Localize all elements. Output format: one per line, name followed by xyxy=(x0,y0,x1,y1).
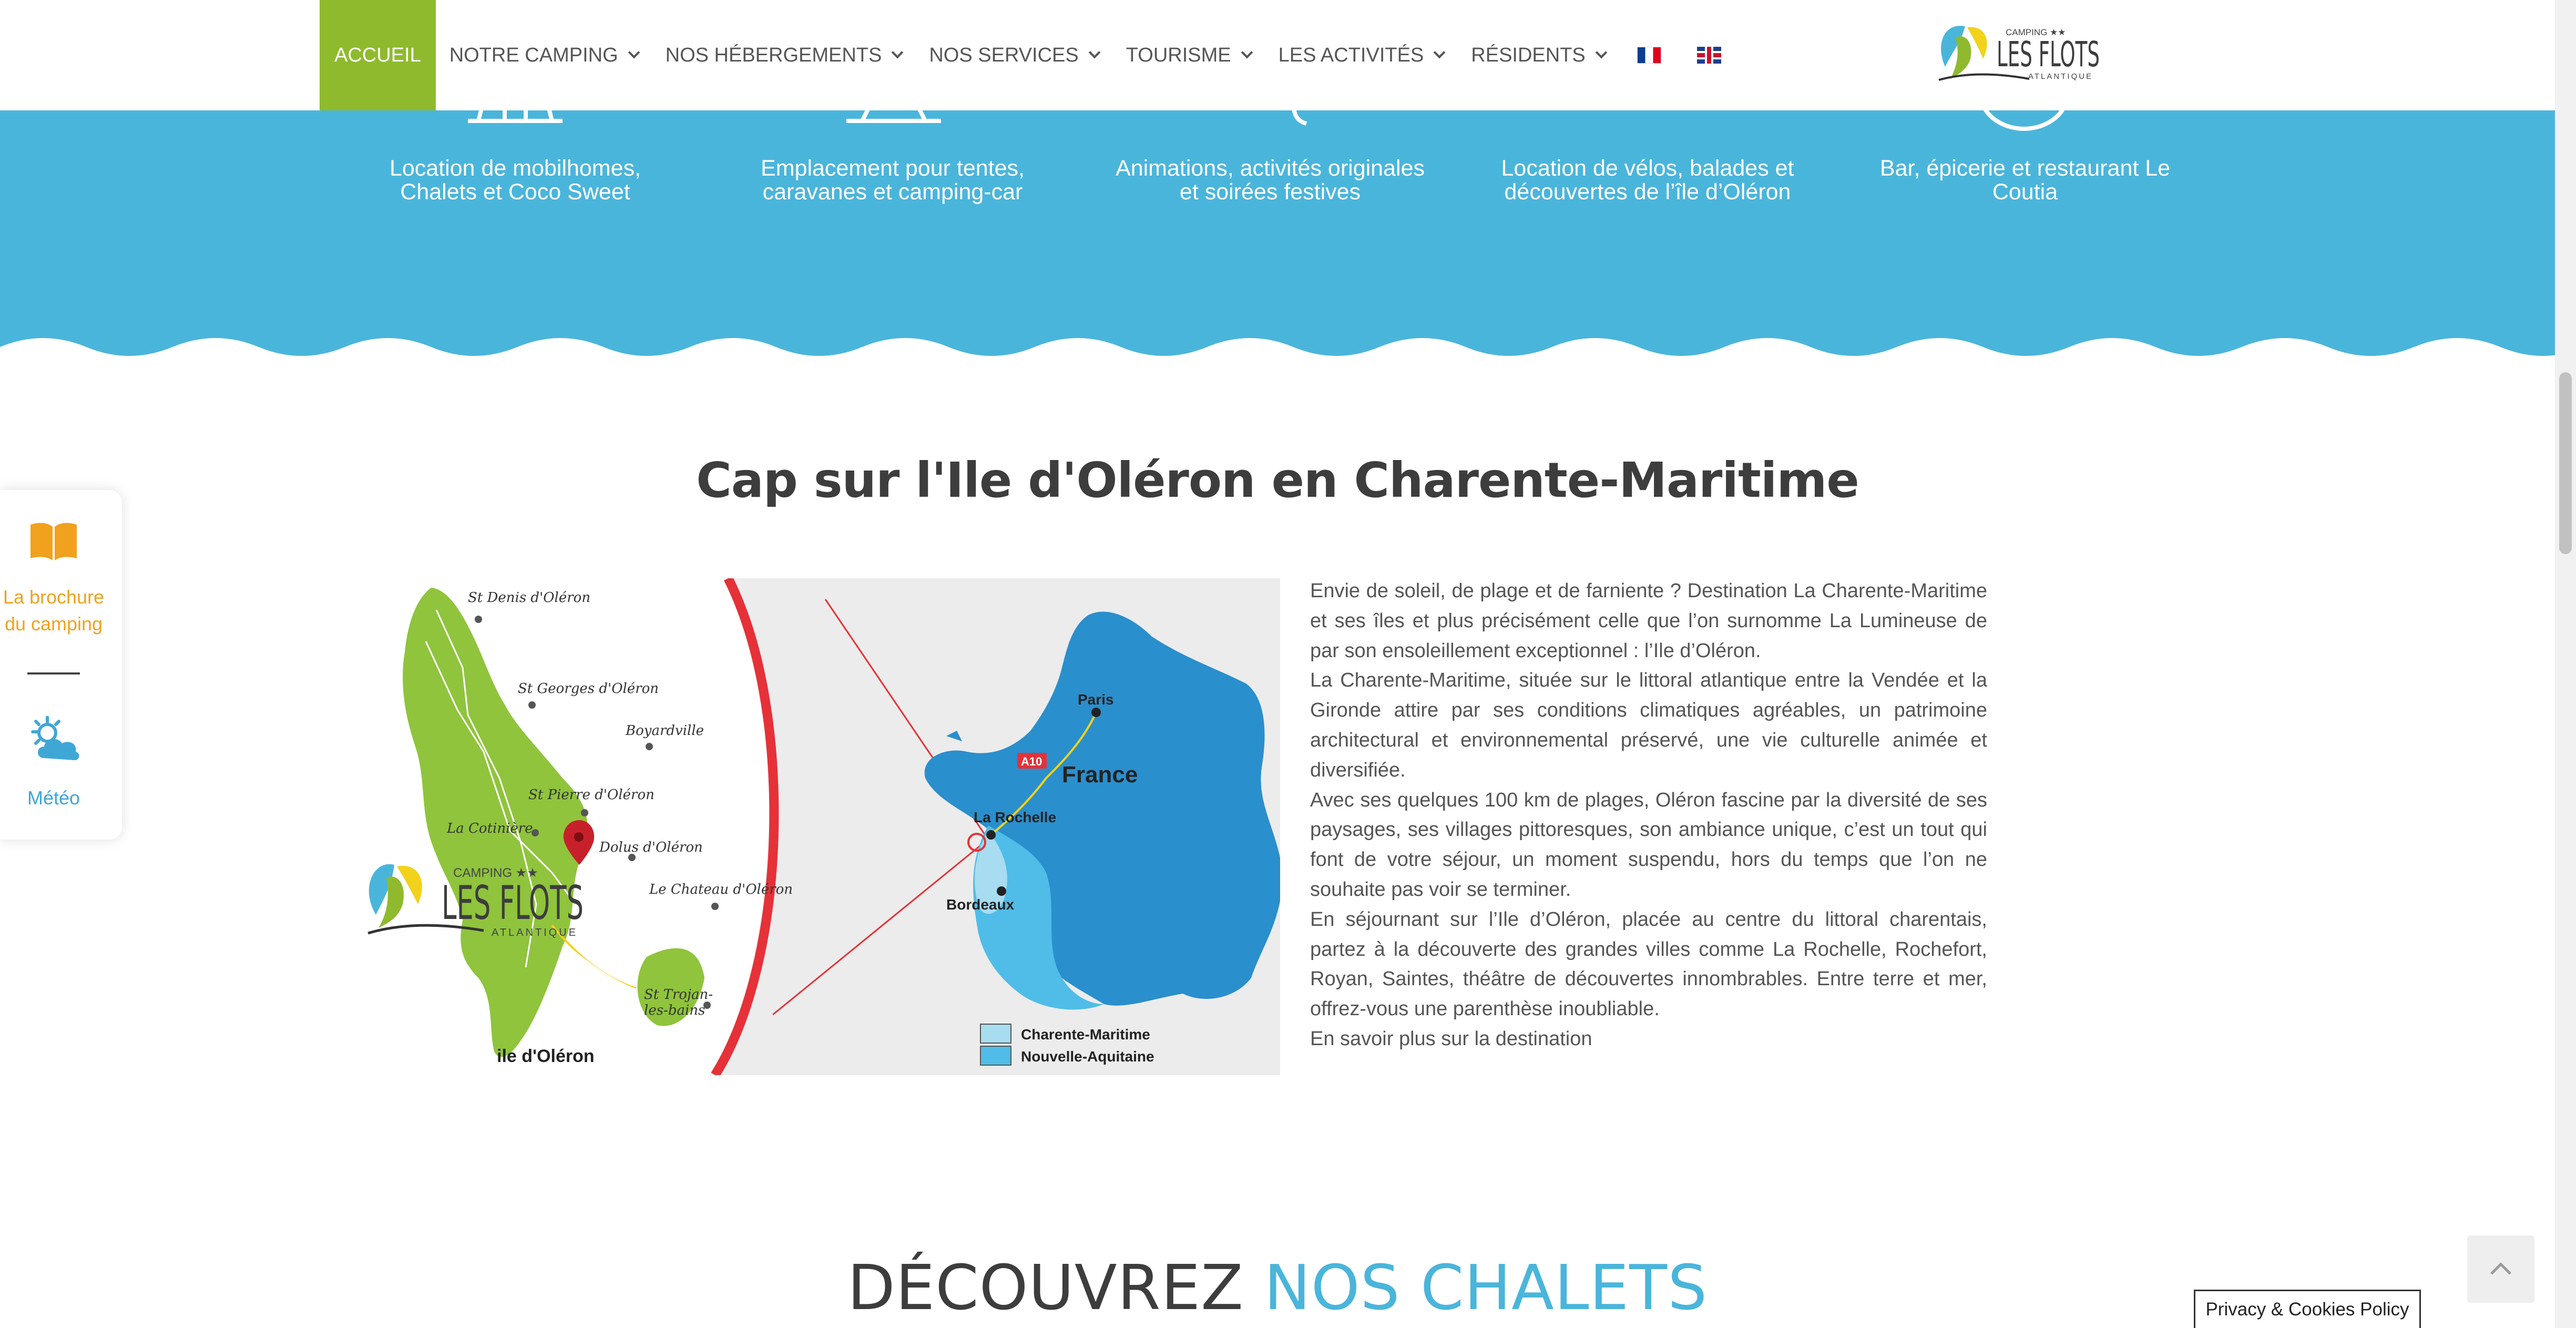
logo-sub: ATLANTIQUE xyxy=(492,927,578,938)
nav-label: NOS SERVICES xyxy=(929,44,1079,66)
mobilhome-icon xyxy=(468,110,563,123)
logo-sub: ATLANTIQUE xyxy=(2028,72,2093,81)
site-header: ACCUEIL NOTRE CAMPING NOS HÉBERGEMENTS N… xyxy=(0,0,2555,110)
town-label: Dolus d'Oléron xyxy=(599,840,703,855)
town-label: St Denis d'Oléron xyxy=(468,590,590,606)
discover-heading: DÉCOUVREZ NOS CHALETS xyxy=(0,1251,2555,1324)
city-paris: Paris xyxy=(1078,691,1114,708)
nav-label: LES ACTIVITÉS xyxy=(1278,44,1424,66)
service-emplacement[interactable]: Emplacement pour tentes, caravanes et ca… xyxy=(724,157,1061,204)
discover-part1: DÉCOUVREZ xyxy=(847,1251,1264,1324)
nav-label: RÉSIDENTS xyxy=(1471,44,1586,66)
scrollbar-thumb[interactable] xyxy=(2559,372,2572,554)
restaurant-icon xyxy=(1983,110,2065,131)
section-title: Cap sur l'Ile d'Oléron en Charente-Marit… xyxy=(696,452,1859,508)
service-text: Emplacement pour tentes, xyxy=(761,156,1025,181)
uk-flag-icon[interactable] xyxy=(1696,47,1721,64)
nav-residents[interactable]: RÉSIDENTS xyxy=(1457,0,1619,110)
service-text: Coutia xyxy=(1992,179,2058,205)
nav-les-activites[interactable]: LES ACTIVITÉS xyxy=(1265,0,1458,110)
paragraph: La Charente-Maritime, située sur le litt… xyxy=(1310,669,1987,781)
service-animations[interactable]: Animations, activités originales et soir… xyxy=(1102,157,1438,204)
nav-label: NOS HÉBERGEMENTS xyxy=(665,44,882,66)
book-icon[interactable] xyxy=(29,520,78,563)
floating-sidebar: La brochure du camping Météo xyxy=(0,490,122,840)
nav-label: ACCUEIL xyxy=(334,44,421,66)
legend-label: Charente-Maritime xyxy=(1021,1026,1150,1043)
country-label: France xyxy=(1062,762,1138,788)
page-scrollbar[interactable] xyxy=(2555,0,2576,1328)
nav-accueil[interactable]: ACCUEIL xyxy=(320,0,436,110)
privacy-cookies-button[interactable]: Privacy & Cookies Policy xyxy=(2194,1290,2421,1328)
destination-link[interactable]: En savoir plus sur la destination xyxy=(1310,1024,1987,1054)
chevron-up-icon xyxy=(2490,1262,2511,1283)
discover-part2: NOS CHALETS xyxy=(1264,1251,1708,1324)
brochure-label: du camping xyxy=(4,613,103,635)
legend-label: Nouvelle-Aquitaine xyxy=(1021,1048,1154,1065)
nav-label: NOTRE CAMPING xyxy=(449,44,618,66)
chevron-down-icon xyxy=(1433,46,1446,59)
paragraph: Envie de soleil, de plage et de farnient… xyxy=(1310,580,1987,662)
service-text: caravanes et camping-car xyxy=(762,179,1023,205)
brochure-link[interactable]: La brochure du camping xyxy=(0,584,107,637)
chevron-down-icon xyxy=(1241,46,1253,59)
meteo-link[interactable]: Météo xyxy=(0,784,107,811)
nav-notre-camping[interactable]: NOTRE CAMPING xyxy=(436,0,652,110)
road-label: A10 xyxy=(1021,755,1042,768)
legend-swatch-aquitaine xyxy=(980,1046,1011,1066)
service-hebergement[interactable]: Location de mobilhomes, Chalets et Coco … xyxy=(347,157,683,204)
paragraph: En séjournant sur l’Ile d’Oléron, placée… xyxy=(1310,908,1987,1020)
city-la-rochelle: La Rochelle xyxy=(974,809,1056,825)
service-velos[interactable]: Location de vélos, balades et découverte… xyxy=(1479,157,1816,204)
town-label: St Georges d'Oléron xyxy=(518,681,659,697)
oleron-map: St Denis d'Oléron St Georges d'Oléron Bo… xyxy=(363,578,1280,1075)
nav-label: TOURISME xyxy=(1126,44,1231,66)
service-text: Animations, activités originales xyxy=(1116,156,1425,181)
services-band: Location de mobilhomes, Chalets et Coco … xyxy=(0,110,2555,373)
chevron-down-icon xyxy=(1595,46,1608,59)
island-label: ile d'Oléron xyxy=(497,1046,595,1066)
town-label: Boyardville xyxy=(625,723,704,739)
weather-icon[interactable] xyxy=(27,716,82,763)
town-label: Le Chateau d'Oléron xyxy=(649,882,793,897)
logo-main: LES FLOTS xyxy=(442,876,584,930)
town-label: les-bains xyxy=(644,1003,705,1018)
town-label: La Cotinière xyxy=(446,821,533,836)
service-text: et soirées festives xyxy=(1179,179,1361,205)
wave-divider xyxy=(0,338,2555,373)
oleron-map-graphic: St Denis d'Oléron St Georges d'Oléron Bo… xyxy=(367,578,1280,1075)
les-flots-logo[interactable]: CAMPING ★★ LES FLOTS ATLANTIQUE xyxy=(1935,17,2108,90)
service-text: découvertes de l’île d’Oléron xyxy=(1504,179,1791,205)
fr-flag-icon[interactable] xyxy=(1637,47,1661,64)
animation-icon xyxy=(1292,110,1307,126)
main-nav: ACCUEIL NOTRE CAMPING NOS HÉBERGEMENTS N… xyxy=(320,0,1739,110)
brochure-label: La brochure xyxy=(3,586,105,608)
scroll-to-top-button[interactable] xyxy=(2467,1235,2534,1303)
nav-nos-services[interactable]: NOS SERVICES xyxy=(915,0,1112,110)
nav-nos-hebergements[interactable]: NOS HÉBERGEMENTS xyxy=(652,0,916,110)
town-label: St Pierre d'Oléron xyxy=(528,787,655,803)
service-bar[interactable]: Bar, épicerie et restaurant Le Coutia xyxy=(1857,157,2193,204)
chevron-down-icon xyxy=(628,46,640,59)
chevron-down-icon xyxy=(892,46,904,59)
tent-icon xyxy=(846,110,941,123)
paragraph: Avec ses quelques 100 km de plages, Olér… xyxy=(1310,789,1987,901)
service-text: Bar, épicerie et restaurant Le xyxy=(1879,156,2171,181)
sidebar-divider xyxy=(27,672,80,675)
legend-swatch-charente xyxy=(980,1024,1011,1044)
town-label: St Trojan- xyxy=(644,987,713,1003)
nav-tourisme[interactable]: TOURISME xyxy=(1112,0,1265,110)
destination-text: Envie de soleil, de plage et de farnient… xyxy=(1310,576,1987,1054)
service-text: Chalets et Coco Sweet xyxy=(400,179,630,205)
service-text: Location de mobilhomes, xyxy=(389,156,641,181)
city-bordeaux: Bordeaux xyxy=(946,896,1015,913)
service-text: Location de vélos, balades et xyxy=(1501,156,1794,181)
chevron-down-icon xyxy=(1088,46,1101,59)
logo-main: LES FLOTS xyxy=(1997,34,2100,75)
